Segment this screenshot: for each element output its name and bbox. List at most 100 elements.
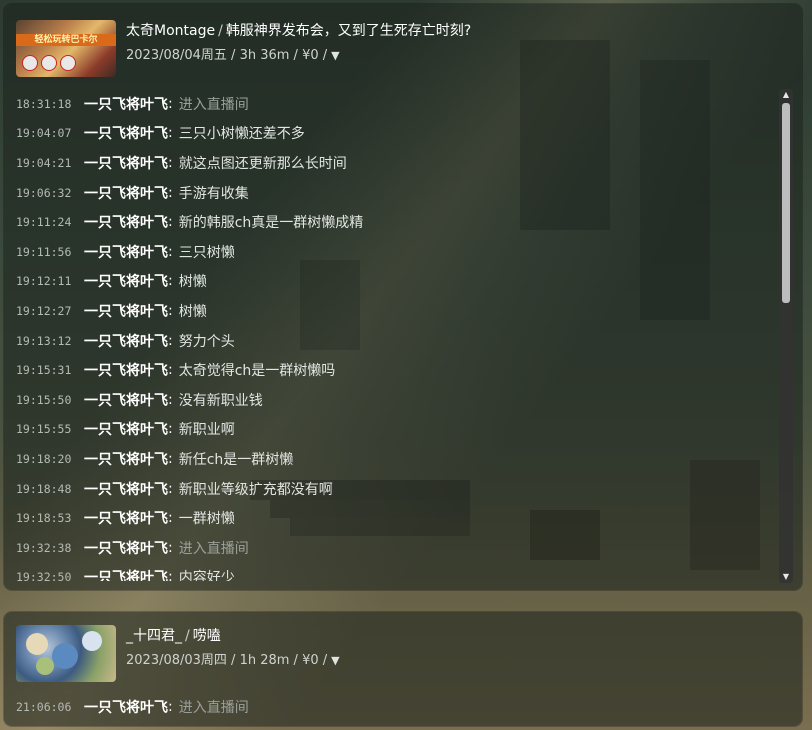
message-time: 19:15:31 <box>16 363 72 378</box>
chat-message: 19:04:21 一只飞将叶飞: 就这点图还更新那么长时间 <box>16 148 774 178</box>
message-user[interactable]: 一只飞将叶飞 <box>84 508 168 528</box>
message-text: 树懒 <box>178 274 207 291</box>
stream-title[interactable]: 太奇Montage / 韩服神界发布会，又到了生死存亡时刻? <box>126 22 471 40</box>
message-text: 一群树懒 <box>178 511 235 528</box>
chat-message: 19:32:50 一只飞将叶飞: 内容好少 <box>16 563 774 581</box>
stream-thumbnail[interactable]: 轻松玩转巴卡尔 <box>16 20 116 77</box>
message-user[interactable]: 一只飞将叶飞 <box>84 697 168 717</box>
message-user[interactable]: 一只飞将叶飞 <box>84 123 168 143</box>
message-text: 新职业啊 <box>178 422 235 439</box>
message-separator: : <box>168 480 173 497</box>
chat-message: 19:18:48 一只飞将叶飞: 新职业等级扩充都没有啊 <box>16 474 774 504</box>
stream-title[interactable]: _十四君_ / 唠嗑 <box>126 627 221 645</box>
chat-message: 19:11:56 一只飞将叶飞: 三只树懒 <box>16 237 774 267</box>
message-text: 就这点图还更新那么长时间 <box>178 155 347 172</box>
chat-log[interactable]: 18:31:18 一只飞将叶飞: 进入直播间 19:04:07 一只飞将叶飞: 三只小树懒… <box>16 89 774 581</box>
scroll-up-icon[interactable]: ▲ <box>779 89 793 101</box>
chat-message: 19:13:12 一只飞将叶飞: 努力个头 <box>16 326 774 356</box>
message-user[interactable]: 一只飞将叶飞 <box>84 153 168 173</box>
chat-message: 19:15:31 一只飞将叶飞: 太奇觉得ch是一群树懒吗 <box>16 355 774 385</box>
message-time: 21:06:06 <box>16 699 72 714</box>
message-time: 19:13:12 <box>16 333 72 348</box>
chat-message: 19:06:32 一只飞将叶飞: 手游有收集 <box>16 178 774 208</box>
thumbnail-caption: 轻松玩转巴卡尔 <box>16 34 116 46</box>
message-user[interactable]: 一只飞将叶飞 <box>84 94 168 114</box>
message-time: 19:11:56 <box>16 244 72 259</box>
message-text: 没有新职业钱 <box>178 392 263 409</box>
message-user[interactable]: 一只飞将叶飞 <box>84 183 168 203</box>
message-user[interactable]: 一只飞将叶飞 <box>84 271 168 291</box>
message-separator: : <box>168 391 173 408</box>
message-text: 进入直播间 <box>178 540 249 557</box>
message-text: 三只树懒 <box>178 244 235 261</box>
message-separator: : <box>168 698 173 715</box>
chat-message: 19:15:50 一只飞将叶飞: 没有新职业钱 <box>16 385 774 415</box>
message-user[interactable]: 一只飞将叶飞 <box>84 360 168 380</box>
thumbnail-decoration <box>22 55 76 71</box>
message-time: 19:11:24 <box>16 215 72 230</box>
message-user[interactable]: 一只飞将叶飞 <box>84 301 168 321</box>
message-separator: : <box>168 539 173 556</box>
title-separator: / <box>185 628 190 644</box>
stream-topic: 韩服神界发布会，又到了生死存亡时刻? <box>225 23 472 39</box>
stream-meta: 2023/08/04周五 / 3h 36m / ¥0 /▼ <box>126 47 340 65</box>
message-user[interactable]: 一只飞将叶飞 <box>84 567 168 581</box>
message-separator: : <box>168 273 173 290</box>
message-separator: : <box>168 125 173 142</box>
message-user[interactable]: 一只飞将叶飞 <box>84 419 168 439</box>
stream-meta: 2023/08/03周四 / 1h 28m / ¥0 /▼ <box>126 652 340 670</box>
chat-message: 18:31:18 一只飞将叶飞: 进入直播间 <box>16 89 774 119</box>
filter-icon[interactable]: ▼ <box>331 47 339 65</box>
chat-message: 19:12:27 一只飞将叶飞: 树懒 <box>16 296 774 326</box>
chat-log[interactable]: 21:06:06 一只飞将叶飞: 进入直播间 <box>16 692 774 718</box>
message-text: 进入直播间 <box>178 699 249 716</box>
stream-meta-text: 2023/08/03周四 / 1h 28m / ¥0 / <box>126 653 328 668</box>
message-user[interactable]: 一只飞将叶飞 <box>84 479 168 499</box>
message-time: 19:32:38 <box>16 540 72 555</box>
message-text: 努力个头 <box>178 333 235 350</box>
message-user[interactable]: 一只飞将叶飞 <box>84 331 168 351</box>
message-separator: : <box>168 302 173 319</box>
message-user[interactable]: 一只飞将叶飞 <box>84 212 168 232</box>
scroll-down-icon[interactable]: ▼ <box>779 571 793 583</box>
message-text: 新职业等级扩充都没有啊 <box>178 481 333 498</box>
message-text: 树懒 <box>178 303 207 320</box>
message-separator: : <box>168 184 173 201</box>
message-text: 新任ch是一群树懒 <box>178 451 294 468</box>
chat-message: 19:18:53 一只飞将叶飞: 一群树懒 <box>16 503 774 533</box>
message-time: 19:06:32 <box>16 185 72 200</box>
stream-card: _十四君_ / 唠嗑 2023/08/03周四 / 1h 28m / ¥0 /▼ 2… <box>4 612 802 726</box>
filter-icon[interactable]: ▼ <box>331 652 339 670</box>
message-user[interactable]: 一只飞将叶飞 <box>84 449 168 469</box>
chat-message: 19:12:11 一只飞将叶飞: 树懒 <box>16 267 774 297</box>
message-separator: : <box>168 243 173 260</box>
message-separator: : <box>168 332 173 349</box>
message-text: 太奇觉得ch是一群树懒吗 <box>178 363 336 380</box>
scrollbar-thumb[interactable] <box>782 103 790 303</box>
message-user[interactable]: 一只飞将叶飞 <box>84 242 168 262</box>
streamer-name[interactable]: _十四君_ <box>126 628 182 644</box>
message-time: 19:18:20 <box>16 451 72 466</box>
scrollbar[interactable]: ▲ ▼ <box>779 89 793 583</box>
message-time: 19:18:53 <box>16 511 72 526</box>
message-text: 内容好少 <box>178 570 235 581</box>
message-separator: : <box>168 569 173 581</box>
message-time: 19:18:48 <box>16 481 72 496</box>
message-user[interactable]: 一只飞将叶飞 <box>84 390 168 410</box>
chat-message: 19:32:38 一只飞将叶飞: 进入直播间 <box>16 533 774 563</box>
message-separator: : <box>168 154 173 171</box>
message-separator: : <box>168 214 173 231</box>
message-separator: : <box>168 421 173 438</box>
message-time: 19:15:55 <box>16 422 72 437</box>
title-separator: / <box>218 23 223 39</box>
message-user[interactable]: 一只飞将叶飞 <box>84 538 168 558</box>
chat-message: 19:04:07 一只飞将叶飞: 三只小树懒还差不多 <box>16 119 774 149</box>
message-text: 新的韩服ch真是一群树懒成精 <box>178 215 364 232</box>
chat-message: 19:18:20 一只飞将叶飞: 新任ch是一群树懒 <box>16 444 774 474</box>
streamer-name[interactable]: 太奇Montage <box>126 23 215 39</box>
message-time: 19:12:27 <box>16 303 72 318</box>
chat-message: 21:06:06 一只飞将叶飞: 进入直播间 <box>16 692 774 718</box>
message-time: 19:15:50 <box>16 392 72 407</box>
message-time: 19:32:50 <box>16 570 72 581</box>
stream-thumbnail[interactable] <box>16 625 116 682</box>
